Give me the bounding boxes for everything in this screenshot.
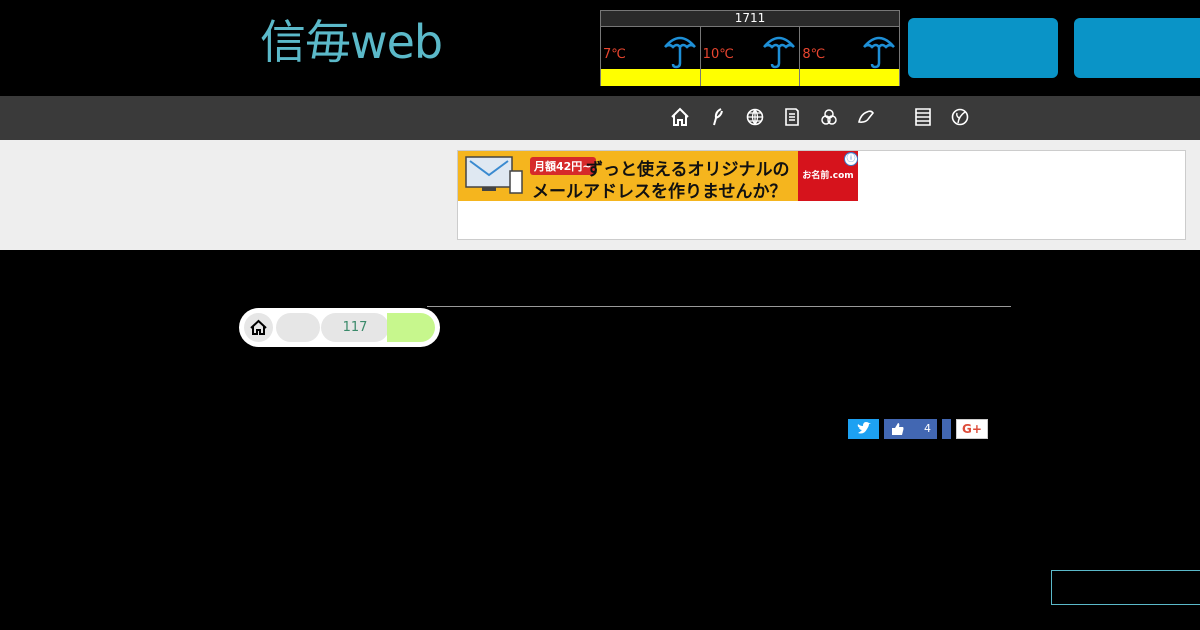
twitter-icon <box>857 422 871 434</box>
breadcrumb-count[interactable]: 117 <box>321 313 389 342</box>
header-button-2[interactable] <box>1074 18 1200 78</box>
sprout-icon[interactable] <box>949 106 971 128</box>
weather-day: 8℃ <box>800 27 900 86</box>
ad-banner[interactable]: 月額42円~ ずっと使えるオリジナルの メールアドレスを作りませんか？ お名前.… <box>458 151 858 201</box>
document-icon[interactable] <box>781 106 803 128</box>
weather-temp: 10℃ <box>702 47 734 62</box>
weather-bar <box>700 69 800 86</box>
thumbs-up-icon <box>892 423 904 435</box>
weather-temp: 7℃ <box>603 47 626 62</box>
umbrella-icon <box>863 36 895 69</box>
umbrella-icon <box>663 36 696 69</box>
ad-info-icon[interactable]: ⓘ <box>844 152 858 166</box>
atom-icon[interactable] <box>818 106 840 128</box>
weather-temp: 8℃ <box>802 47 826 62</box>
breadcrumb-current <box>387 313 435 342</box>
facebook-like-button[interactable]: 4 <box>884 419 937 439</box>
breadcrumb-item[interactable] <box>276 313 320 342</box>
leaf-icon[interactable] <box>707 106 729 128</box>
like-count: 4 <box>924 422 931 435</box>
ad-band: 月額42円~ ずっと使えるオリジナルの メールアドレスを作りませんか？ お名前.… <box>0 140 1200 250</box>
weather-day: 7℃ <box>601 27 701 86</box>
site-header: 信毎web 1711 7℃ 10℃ 8℃ <box>0 0 1200 96</box>
envelope-icon <box>465 156 523 194</box>
weather-bar <box>800 69 900 86</box>
weather-bar <box>601 69 700 86</box>
facebook-share-button[interactable] <box>942 419 951 439</box>
google-plus-button[interactable]: G+ <box>956 419 988 439</box>
home-icon <box>250 319 267 335</box>
weather-widget[interactable]: 1711 7℃ 10℃ 8℃ <box>600 10 900 86</box>
logo-text: 信毎web <box>260 15 443 69</box>
home-icon[interactable] <box>669 106 691 128</box>
main-nav <box>0 96 1200 140</box>
header-button-1[interactable] <box>908 18 1058 78</box>
floating-box[interactable] <box>1051 570 1200 605</box>
site-logo[interactable]: 信毎web <box>260 14 443 70</box>
film-icon[interactable] <box>912 106 934 128</box>
weather-day: 10℃ <box>700 27 801 86</box>
umbrella-icon <box>763 36 796 69</box>
breadcrumb: 117 <box>239 308 440 347</box>
twitter-share-button[interactable] <box>848 419 879 439</box>
ad-headline-2: メールアドレスを作りませんか？ <box>532 182 787 201</box>
breadcrumb-home[interactable] <box>244 313 273 342</box>
divider <box>427 306 1011 307</box>
shoe-icon[interactable] <box>855 106 877 128</box>
weather-date: 1711 <box>601 11 899 27</box>
ad-container: 月額42円~ ずっと使えるオリジナルの メールアドレスを作りませんか？ お名前.… <box>457 150 1186 240</box>
globe-icon[interactable] <box>744 106 766 128</box>
